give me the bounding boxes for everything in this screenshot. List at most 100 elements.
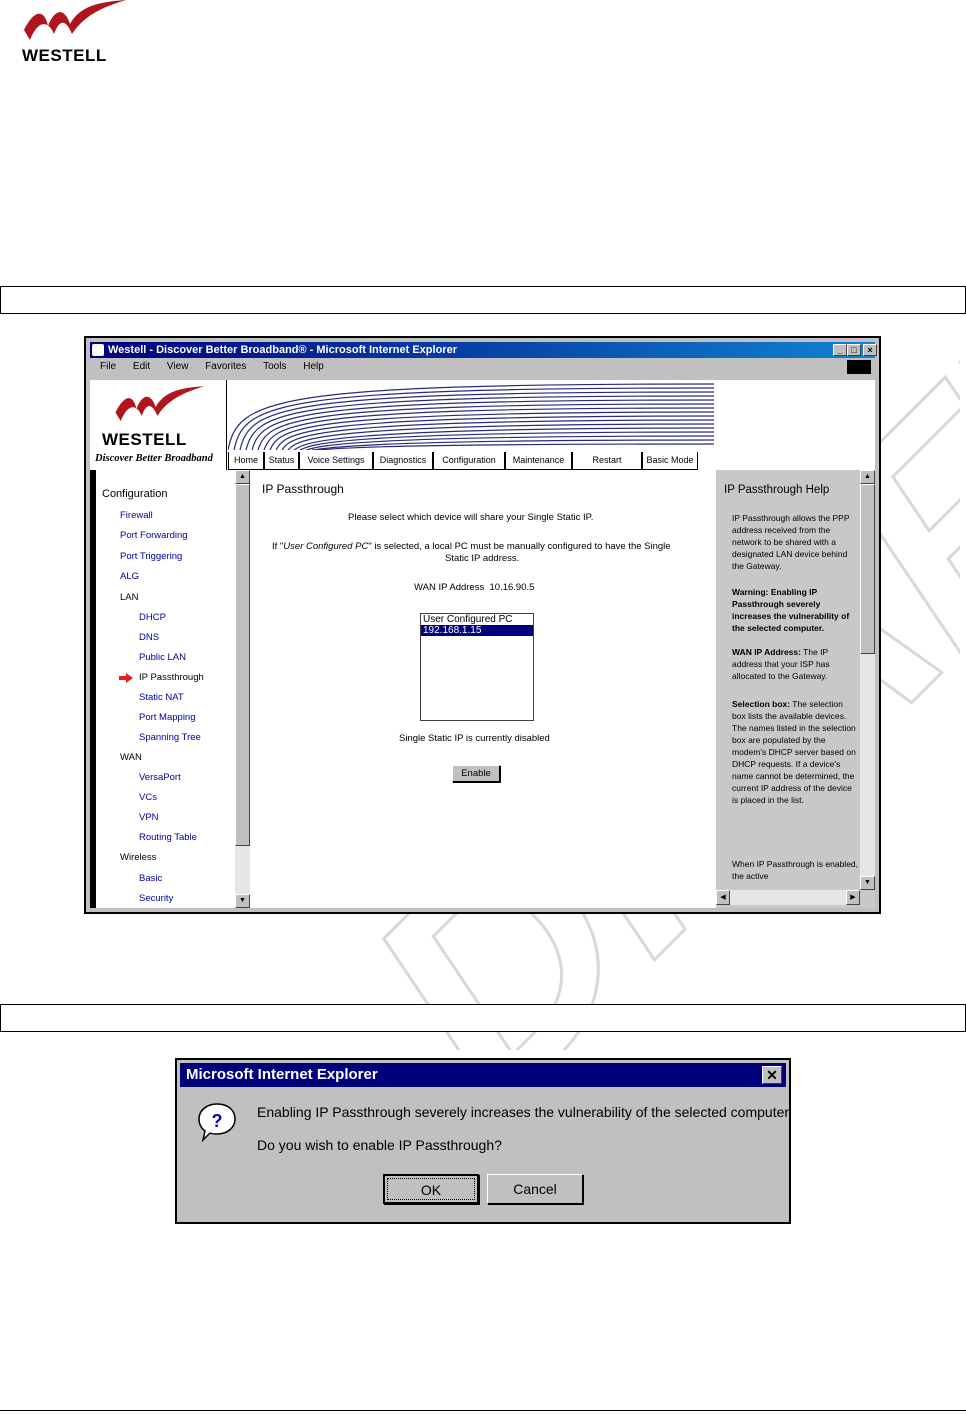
page-brand: WESTELL: [22, 46, 107, 65]
sidebar-item-port-triggering[interactable]: Port Triggering: [120, 551, 182, 562]
sidebar-item-static-nat[interactable]: Static NAT: [139, 692, 184, 703]
scroll-down-icon[interactable]: ▼: [860, 876, 875, 890]
menu-help[interactable]: Help: [303, 361, 324, 372]
help-frame: IP Passthrough Help IP Passthrough allow…: [716, 470, 875, 908]
scroll-up-icon[interactable]: ▲: [235, 470, 250, 484]
sidebar-item-spanning-tree[interactable]: Spanning Tree: [139, 732, 201, 743]
sidebar-item-alg[interactable]: ALG: [120, 571, 139, 582]
help-hscrollbar[interactable]: ◀ ▶: [716, 890, 860, 905]
ie-icon: [92, 344, 104, 356]
sidebar-item-lan: LAN: [120, 592, 139, 603]
wan-ip-label: WAN IP Address: [414, 582, 485, 593]
sidebar-item-port-mapping[interactable]: Port Mapping: [139, 712, 196, 723]
figure-caption-box: [0, 286, 966, 314]
status-text: Single Static IP is currently disabled: [399, 733, 550, 744]
dialog-question: Do you wish to enable IP Passthrough?: [257, 1137, 502, 1153]
sidebar-edge: [90, 470, 96, 908]
scroll-thumb[interactable]: [235, 484, 250, 846]
enable-button[interactable]: Enable: [452, 765, 500, 782]
wan-ip-row: WAN IP Address 10.16.90.5: [414, 582, 534, 593]
sidebar-item-ip-passthrough[interactable]: IP Passthrough: [139, 672, 204, 683]
tab-voice-settings[interactable]: Voice Settings: [299, 452, 373, 470]
device-option[interactable]: User Configured PC: [421, 614, 533, 625]
menu-file[interactable]: File: [100, 361, 116, 372]
device-option-selected[interactable]: 192.168.1.15: [421, 625, 533, 636]
help-warning: Warning: Enabling IP Passthrough severel…: [732, 587, 850, 633]
svg-text:?: ?: [212, 1111, 223, 1131]
sidebar-item-port-forwarding[interactable]: Port Forwarding: [120, 530, 188, 541]
scroll-up-icon[interactable]: ▲: [860, 470, 875, 484]
router-tagline: Discover Better Broadband: [95, 453, 213, 464]
browser-window: Westell - Discover Better Broadband® - M…: [84, 336, 881, 914]
help-wan: WAN IP Address: The IP address that your…: [732, 647, 830, 681]
active-arrow-icon: [119, 673, 133, 683]
question-icon: ?: [198, 1103, 236, 1143]
sidebar-item-versaport[interactable]: VersaPort: [139, 772, 181, 783]
tab-basic-mode[interactable]: Basic Mode: [642, 452, 698, 470]
tab-configuration[interactable]: Configuration: [433, 452, 505, 470]
browser-title-bar: Westell - Discover Better Broadband® - M…: [90, 342, 877, 358]
note-text-line2: Static IP address.: [445, 553, 520, 564]
sidebar-item-vpn[interactable]: VPN: [139, 812, 159, 823]
scroll-left-icon[interactable]: ◀: [716, 890, 730, 905]
cancel-button[interactable]: Cancel: [487, 1174, 583, 1204]
tab-home[interactable]: Home: [228, 452, 264, 470]
scroll-right-icon[interactable]: ▶: [846, 890, 860, 905]
sidebar-heading: Configuration: [102, 488, 168, 500]
sidebar-item-wireless: Wireless: [120, 852, 157, 863]
wan-ip-value: 10.16.90.5: [489, 582, 535, 593]
menu-tools[interactable]: Tools: [263, 361, 286, 372]
note-text: If "User Configured PC" is selected, a l…: [272, 541, 671, 552]
menu-favorites[interactable]: Favorites: [205, 361, 246, 372]
sidebar-item-vcs[interactable]: VCs: [139, 792, 157, 803]
help-title: IP Passthrough Help: [724, 484, 830, 496]
menu-edit[interactable]: Edit: [133, 361, 150, 372]
sidebar-frame: Configuration Firewall Port Forwarding P…: [90, 470, 250, 908]
tab-maintenance[interactable]: Maintenance: [505, 452, 572, 470]
browser-menu-bar: File Edit View Favorites Tools Help: [90, 358, 875, 376]
sidebar-item-routing-table[interactable]: Routing Table: [139, 832, 197, 843]
windows-logo-icon: [847, 360, 871, 374]
router-logo: WESTELL Discover Better Broadband: [92, 380, 227, 470]
dialog-close-button[interactable]: ✕: [762, 1066, 782, 1084]
ok-button[interactable]: OK: [383, 1174, 479, 1204]
page-title: IP Passthrough: [262, 482, 344, 496]
instruction-text: Please select which device will share yo…: [348, 512, 594, 523]
tab-diagnostics[interactable]: Diagnostics: [373, 452, 433, 470]
sidebar-item-firewall[interactable]: Firewall: [120, 510, 153, 521]
figure-caption-box: [0, 1004, 966, 1032]
browser-content: WESTELL Discover Better Broadband Home S…: [90, 380, 875, 908]
confirm-dialog: Microsoft Internet Explorer ✕ ? Enabling…: [175, 1058, 791, 1224]
menu-view[interactable]: View: [167, 361, 189, 372]
westell-swoosh-icon: [24, 0, 126, 40]
main-frame: IP Passthrough Please select which devic…: [252, 470, 714, 908]
router-brand: WESTELL: [102, 430, 187, 449]
help-paragraph-5: When IP Passthrough is enabled, the acti…: [732, 859, 859, 881]
device-select-box[interactable]: User Configured PC 192.168.1.15: [420, 613, 534, 721]
help-vscrollbar[interactable]: ▲ ▼: [860, 470, 875, 890]
minimize-button[interactable]: _: [833, 344, 847, 356]
dialog-title-bar: Microsoft Internet Explorer ✕: [180, 1063, 786, 1087]
sidebar-item-security[interactable]: Security: [139, 893, 173, 904]
dialog-title: Microsoft Internet Explorer: [186, 1066, 378, 1083]
help-selection: Selection box: The selection box lists t…: [732, 699, 856, 805]
scroll-thumb[interactable]: [860, 484, 875, 654]
sidebar-item-dhcp[interactable]: DHCP: [139, 612, 166, 623]
router-nav: Home Status Voice Settings Diagnostics C…: [228, 452, 714, 470]
sidebar-scrollbar[interactable]: ▲ ▼: [235, 470, 250, 908]
help-paragraph: IP Passthrough allows the PPP address re…: [732, 513, 850, 571]
sidebar-item-public-lan[interactable]: Public LAN: [139, 652, 186, 663]
scroll-down-icon[interactable]: ▼: [235, 894, 250, 908]
sidebar-item-dns[interactable]: DNS: [139, 632, 159, 643]
tab-status[interactable]: Status: [264, 452, 299, 470]
page-logo: WESTELL: [20, 0, 130, 66]
sidebar-item-wan: WAN: [120, 752, 142, 763]
close-button[interactable]: ×: [863, 344, 877, 356]
browser-title: Westell - Discover Better Broadband® - M…: [108, 344, 457, 356]
westell-swoosh-icon: [115, 386, 205, 422]
dialog-message: Enabling IP Passthrough severely increas…: [257, 1104, 790, 1120]
header-stripes: [228, 383, 714, 450]
sidebar-item-basic[interactable]: Basic: [139, 873, 162, 884]
maximize-button[interactable]: □: [847, 344, 861, 356]
tab-restart[interactable]: Restart: [572, 452, 642, 470]
